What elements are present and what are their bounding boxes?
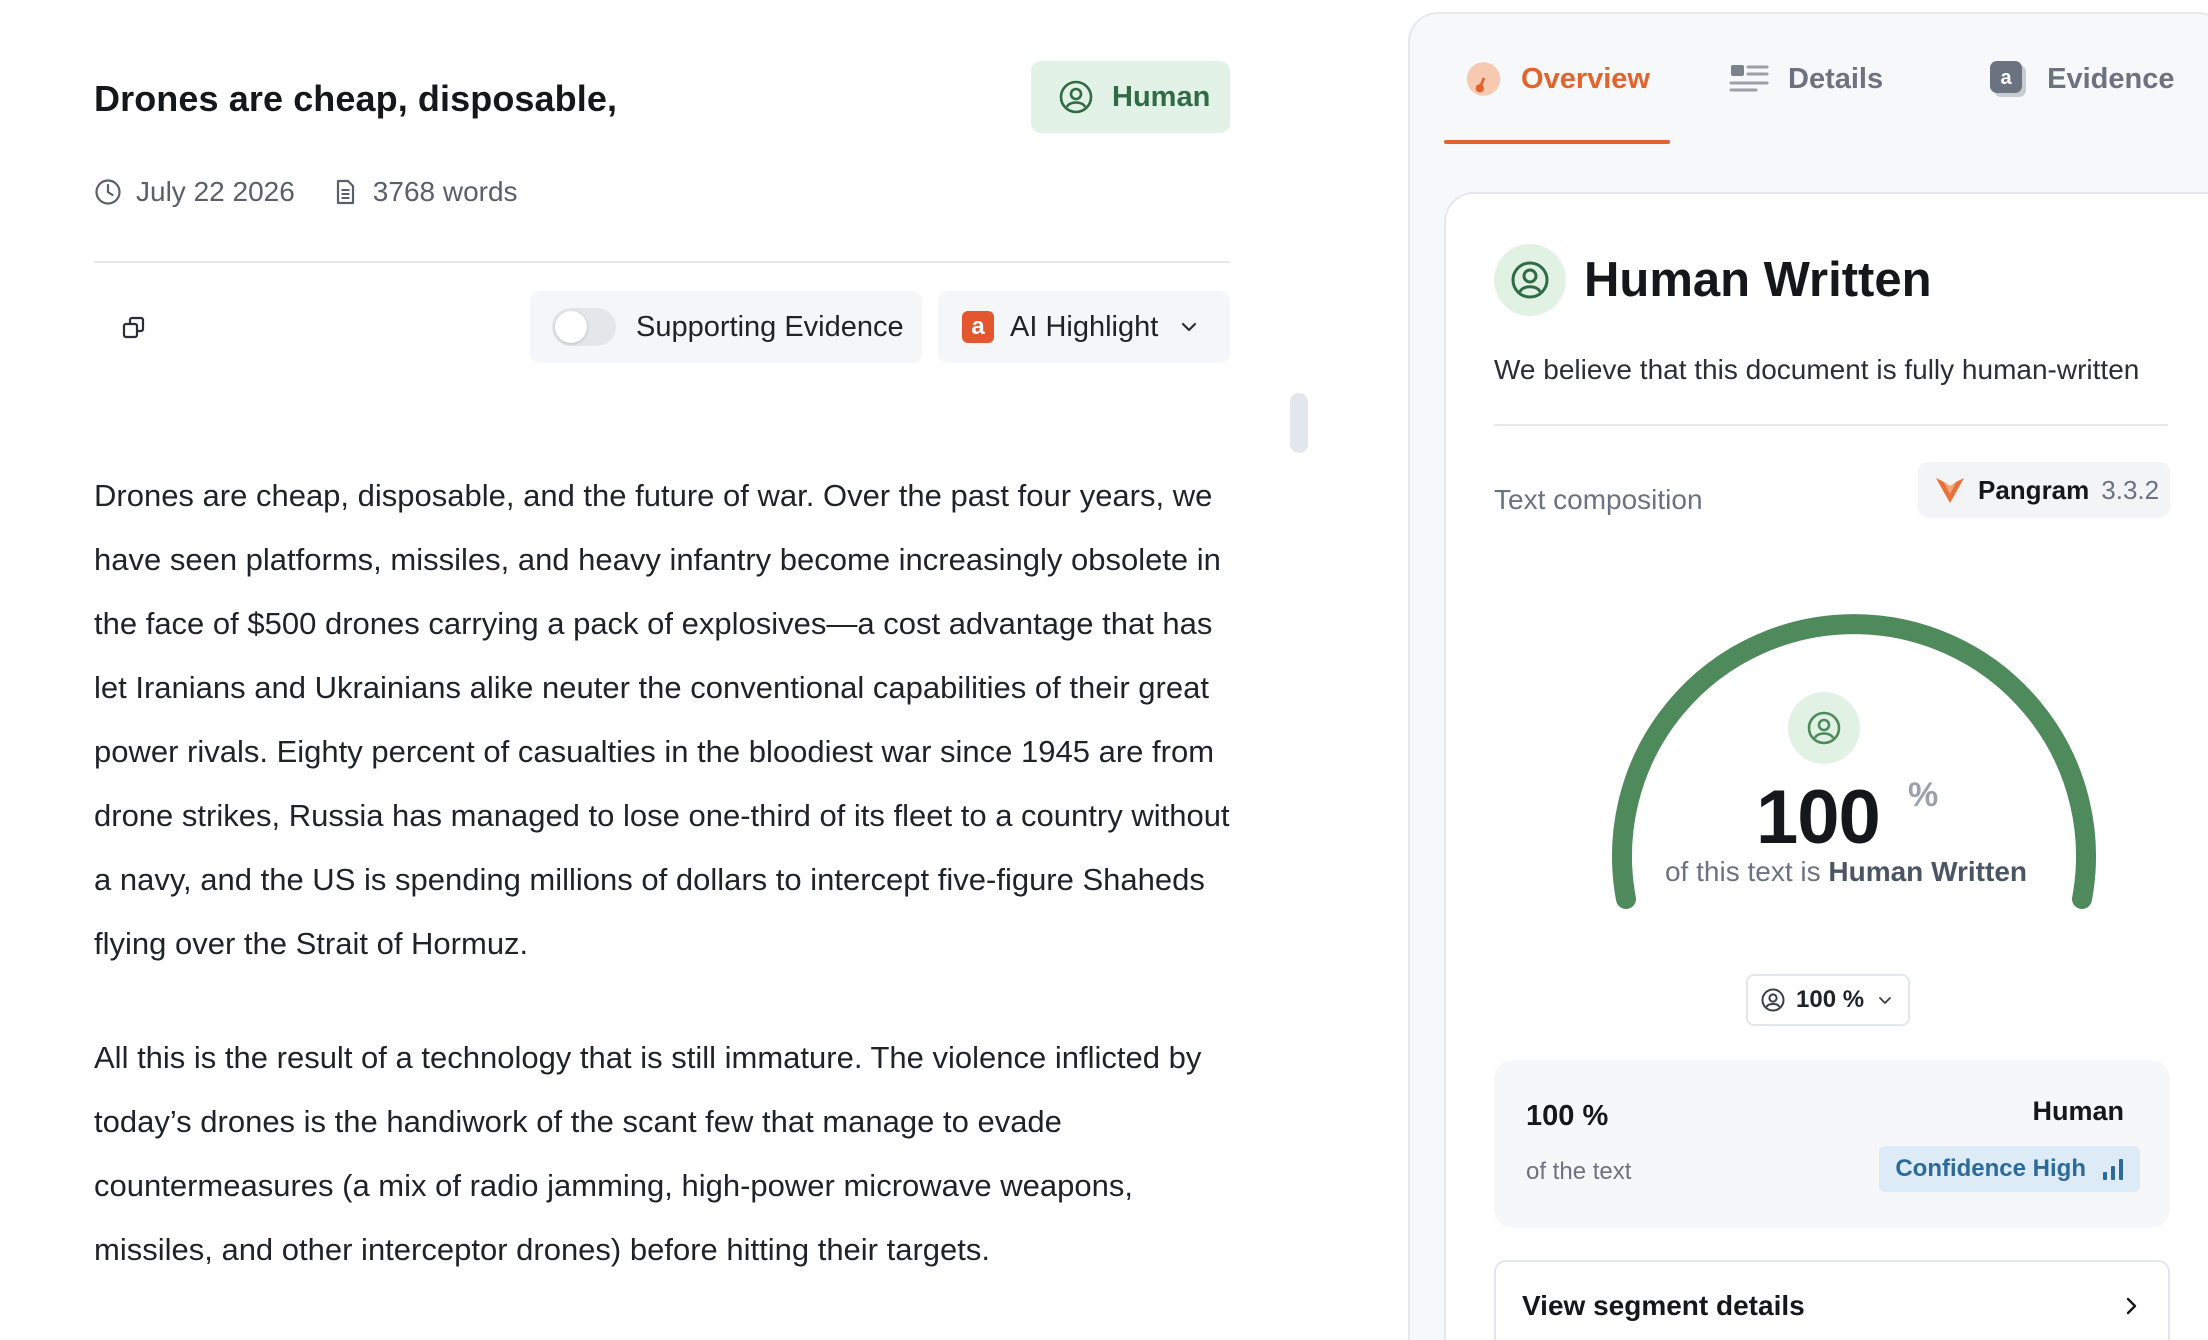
gauge-caption-bold: Human Written [1828, 856, 2027, 887]
chevron-right-icon [2126, 1297, 2137, 1315]
gauge-caption-prefix: of this text is [1664, 856, 1829, 887]
document-pane: Drones are cheap, disposable, Human July… [0, 0, 1400, 1340]
tab-overview[interactable]: Overview [1444, 14, 1670, 144]
verdict-badge[interactable]: Human [1031, 61, 1230, 133]
document-title: Drones are cheap, disposable, [94, 78, 618, 119]
chevron-down-icon [1879, 997, 1891, 1004]
ai-highlight-label: AI Highlight [1010, 310, 1159, 343]
list-icon [1729, 65, 1769, 92]
card-divider [1494, 424, 2168, 426]
segment-button-label: View segment details [1522, 1290, 1805, 1321]
header-divider [94, 261, 1230, 263]
person-circle-icon [1059, 80, 1093, 114]
verdict-badge-label: Human [1112, 80, 1211, 113]
stat-of-text: of the text [1526, 1158, 1632, 1185]
verdict-subtitle: We believe that this document is fully h… [1494, 354, 2140, 385]
person-circle-icon [1761, 988, 1785, 1012]
stat-percent: 100 % [1526, 1100, 1609, 1132]
tab-evidence[interactable]: a Evidence [1967, 14, 2194, 144]
ai-chip-icon: a [962, 311, 994, 343]
supporting-evidence-label: Supporting Evidence [636, 310, 904, 343]
document-icon [336, 179, 354, 205]
gauge-unit: % [1908, 776, 1939, 814]
human-avatar [1494, 244, 1566, 316]
verdict-header: Human Written [1494, 244, 1932, 316]
supporting-evidence-toggle[interactable]: Supporting Evidence [530, 291, 922, 363]
verdict-title: Human Written [1584, 253, 1932, 307]
model-version: 3.3.2 [2101, 474, 2160, 505]
stat-label: Human [2032, 1096, 2124, 1126]
ai-highlight-dropdown[interactable]: a AI Highlight [938, 291, 1230, 363]
toggle-knob [555, 311, 587, 343]
tab-overview-label: Overview [1521, 62, 1650, 95]
tab-details-label: Details [1788, 62, 1884, 95]
confidence-badge: Confidence High [1879, 1146, 2140, 1192]
gauge-icon [1466, 62, 1501, 96]
bar-chart-icon [2103, 1159, 2123, 1180]
confidence-label: Confidence High [1895, 1155, 2086, 1182]
person-circle-icon [1511, 261, 1549, 299]
gauge-caption: of this text is Human Written [1446, 856, 2208, 888]
panel-tabs: Overview Details a Evidence [1444, 14, 2194, 144]
document-date: July 22 2026 [136, 176, 295, 207]
composition-stat: 100 % of the text Human Confidence High [1494, 1060, 2170, 1228]
gauge-value: 100 [1756, 775, 1881, 860]
percent-select-value: 100 % [1796, 986, 1865, 1013]
page: Drones are cheap, disposable, Human July… [0, 0, 2208, 1340]
paragraph: Drones are cheap, disposable, and the fu… [94, 478, 1230, 961]
evidence-chip-icon: a [1990, 61, 2027, 97]
scrollbar-thumb[interactable] [1290, 393, 1308, 453]
document-body: Drones are cheap, disposable, and the fu… [94, 464, 1244, 1332]
results-panel: Overview Details a Evidence Human Writte… [1408, 12, 2208, 1340]
view-segment-details-button[interactable]: View segment details [1494, 1260, 2170, 1340]
chevron-down-icon [1182, 322, 1197, 332]
verdict-card: Human Written We believe that this docum… [1444, 192, 2208, 1340]
copy-button[interactable] [114, 308, 154, 348]
composition-label: Text composition [1494, 484, 1703, 515]
svg-text:a: a [2001, 67, 2013, 89]
model-badge: Pangram 3.3.2 [1918, 462, 2170, 518]
document-word-count: 3768 words [372, 176, 518, 207]
model-name: Pangram [1978, 474, 2090, 505]
toggle-switch[interactable] [552, 308, 616, 346]
tab-details[interactable]: Details [1708, 14, 1903, 144]
percent-select[interactable]: 100 % [1746, 974, 1910, 1026]
clock-icon [95, 179, 121, 205]
tab-evidence-label: Evidence [2047, 62, 2175, 95]
paragraph: All this is the result of a technology t… [94, 1040, 1202, 1267]
person-circle-icon [1807, 711, 1841, 745]
pangram-logo-icon [1936, 478, 1964, 503]
date-meta: July 22 2026 [94, 176, 295, 208]
wordcount-meta: 3768 words [331, 176, 518, 208]
copy-icon [122, 316, 145, 339]
document-meta: July 22 2026 3768 words [94, 176, 554, 208]
gauge-person-icon [1788, 692, 1860, 764]
